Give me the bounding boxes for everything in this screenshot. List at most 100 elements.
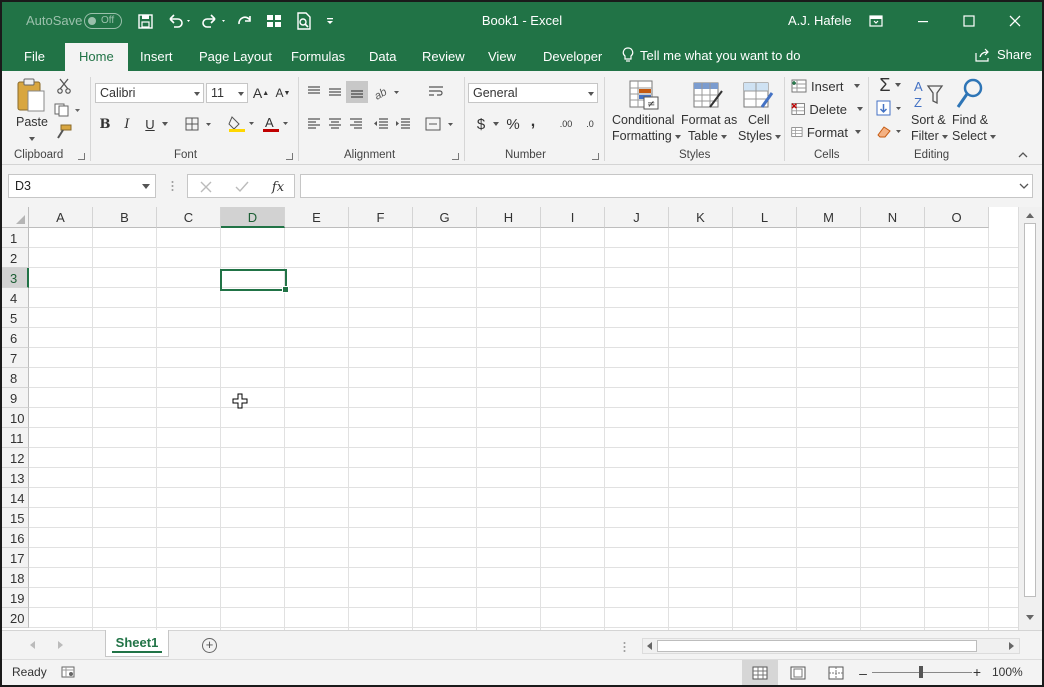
maximize-icon[interactable] xyxy=(954,10,984,32)
cut-icon[interactable] xyxy=(54,77,74,95)
row-header[interactable]: 5 xyxy=(2,308,29,328)
page-layout-view-icon[interactable] xyxy=(788,665,808,681)
page-break-view-icon[interactable] xyxy=(826,665,846,681)
shrink-font-icon[interactable]: A ▼ xyxy=(275,85,291,101)
find-select-icon[interactable] xyxy=(952,75,988,113)
row-header[interactable]: 8 xyxy=(2,368,29,388)
tab-file[interactable]: File xyxy=(24,49,45,64)
autosum-icon[interactable]: Σ xyxy=(874,75,906,95)
row-header[interactable]: 4 xyxy=(2,288,29,308)
formula-bar-splitter[interactable] xyxy=(171,179,174,193)
row-header[interactable]: 20 xyxy=(2,608,29,628)
row-header[interactable]: 18 xyxy=(2,568,29,588)
row-header[interactable]: 3 xyxy=(2,268,29,288)
row-header[interactable]: 16 xyxy=(2,528,29,548)
copy-icon[interactable] xyxy=(52,101,82,119)
font-name-select[interactable]: Calibri xyxy=(95,83,204,103)
tab-formulas[interactable]: Formulas xyxy=(291,49,345,64)
scroll-right-icon[interactable] xyxy=(1007,641,1017,651)
sort-filter-label-2[interactable]: Filter xyxy=(911,129,948,143)
sort-filter-icon[interactable]: AZ xyxy=(912,77,944,113)
column-header[interactable]: M xyxy=(797,207,861,228)
comma-button[interactable]: , xyxy=(526,113,540,131)
fill-color-icon[interactable] xyxy=(226,113,258,135)
increase-indent-icon[interactable] xyxy=(393,115,413,133)
sort-filter-label-1[interactable]: Sort & xyxy=(911,113,946,127)
decrease-indent-icon[interactable] xyxy=(371,115,391,133)
grow-font-icon[interactable]: A ▲ xyxy=(253,85,269,101)
row-header[interactable]: 2 xyxy=(2,248,29,268)
find-select-label-1[interactable]: Find & xyxy=(952,113,988,127)
column-header[interactable]: N xyxy=(861,207,925,228)
row-header[interactable]: 15 xyxy=(2,508,29,528)
user-name[interactable]: A.J. Hafele xyxy=(788,13,852,28)
find-select-label-2[interactable]: Select xyxy=(952,129,996,143)
underline-button[interactable]: U xyxy=(142,115,158,133)
tab-home[interactable]: Home xyxy=(65,43,128,71)
tab-review[interactable]: Review xyxy=(422,49,465,64)
tell-me-box[interactable]: Tell me what you want to do xyxy=(622,47,800,63)
italic-button[interactable]: I xyxy=(119,115,135,133)
column-header[interactable]: A xyxy=(29,207,93,228)
next-sheet-icon[interactable] xyxy=(56,639,66,651)
share-button[interactable]: Share xyxy=(975,47,1032,62)
fill-icon[interactable] xyxy=(875,99,905,117)
insert-cells-button[interactable]: Insert xyxy=(791,77,861,95)
cell-styles-icon[interactable] xyxy=(740,77,776,113)
cell-styles-label-2[interactable]: Styles xyxy=(738,129,782,143)
name-box[interactable]: D3 xyxy=(8,174,156,198)
row-header[interactable]: 19 xyxy=(2,588,29,608)
font-launcher-icon[interactable] xyxy=(286,153,293,160)
row-header[interactable]: 1 xyxy=(2,228,29,248)
align-center-icon[interactable] xyxy=(325,115,345,133)
column-header[interactable]: I xyxy=(541,207,605,228)
paste-label[interactable]: Paste xyxy=(16,115,48,129)
alignment-launcher-icon[interactable] xyxy=(452,153,459,160)
column-header[interactable]: K xyxy=(669,207,733,228)
expand-formula-bar-icon[interactable] xyxy=(1017,179,1031,193)
row-header[interactable]: 6 xyxy=(2,328,29,348)
tab-view[interactable]: View xyxy=(488,49,516,64)
format-painter-icon[interactable] xyxy=(54,123,74,141)
row-header[interactable]: 17 xyxy=(2,548,29,568)
row-header[interactable]: 12 xyxy=(2,448,29,468)
number-format-select[interactable]: General xyxy=(468,83,598,103)
vertical-scroll-thumb[interactable] xyxy=(1024,223,1036,597)
macro-record-icon[interactable] xyxy=(60,665,76,679)
zoom-level[interactable]: 100% xyxy=(992,665,1023,679)
horizontal-scrollbar[interactable] xyxy=(642,638,1020,654)
format-cells-button[interactable]: Format xyxy=(791,123,861,141)
column-header[interactable]: H xyxy=(477,207,541,228)
conditional-formatting-label-2[interactable]: Formatting xyxy=(612,129,681,143)
enter-icon[interactable] xyxy=(234,179,250,195)
paste-dropdown-icon[interactable] xyxy=(29,136,35,141)
scroll-down-icon[interactable] xyxy=(1024,613,1036,623)
horizontal-scroll-thumb[interactable] xyxy=(657,640,977,652)
scroll-left-icon[interactable] xyxy=(645,641,655,651)
top-align-icon[interactable] xyxy=(304,83,324,101)
minimize-icon[interactable] xyxy=(908,10,938,32)
column-header[interactable]: J xyxy=(605,207,669,228)
delete-cells-button[interactable]: Delete xyxy=(791,100,863,118)
zoom-slider-thumb[interactable] xyxy=(919,666,923,678)
column-header[interactable]: O xyxy=(925,207,989,228)
conditional-formatting-label-1[interactable]: Conditional xyxy=(612,113,675,127)
align-right-icon[interactable] xyxy=(346,115,366,133)
zoom-out-icon[interactable]: – xyxy=(857,665,869,681)
bottom-align-icon[interactable] xyxy=(346,81,368,103)
middle-align-icon[interactable] xyxy=(325,83,345,101)
zoom-in-icon[interactable]: + xyxy=(971,664,983,680)
row-header[interactable]: 11 xyxy=(2,428,29,448)
font-color-icon[interactable]: A xyxy=(260,113,292,135)
cell-styles-label-1[interactable]: Cell xyxy=(748,113,770,127)
align-left-icon[interactable] xyxy=(304,115,324,133)
tab-data[interactable]: Data xyxy=(369,49,396,64)
sheet-tab[interactable]: Sheet1 xyxy=(105,630,169,657)
new-sheet-icon[interactable]: + xyxy=(202,638,217,653)
row-header[interactable]: 9 xyxy=(2,388,29,408)
row-header[interactable]: 14 xyxy=(2,488,29,508)
prev-sheet-icon[interactable] xyxy=(28,639,38,651)
font-size-select[interactable]: 11 xyxy=(206,83,248,103)
bold-button[interactable]: B xyxy=(97,115,113,133)
column-header[interactable]: L xyxy=(733,207,797,228)
